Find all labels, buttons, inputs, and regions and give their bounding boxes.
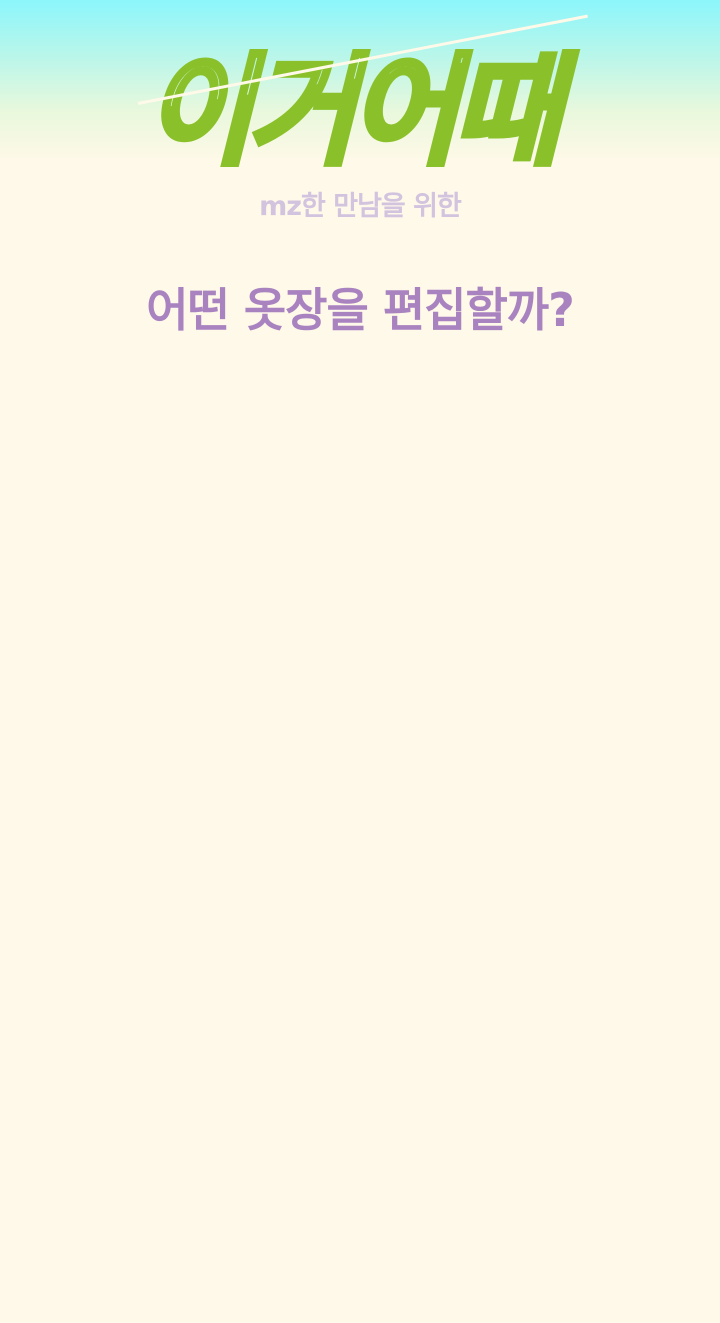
tagline: mz한 만남을 위한 xyxy=(259,191,462,222)
closet-list-area xyxy=(0,360,720,1323)
app-logo: 이거어때 이거어때 xyxy=(0,38,720,186)
logo-text: 이거어때 이거어때 xyxy=(135,38,585,184)
page-title: 어떤 옷장을 편집할까? xyxy=(146,283,575,337)
